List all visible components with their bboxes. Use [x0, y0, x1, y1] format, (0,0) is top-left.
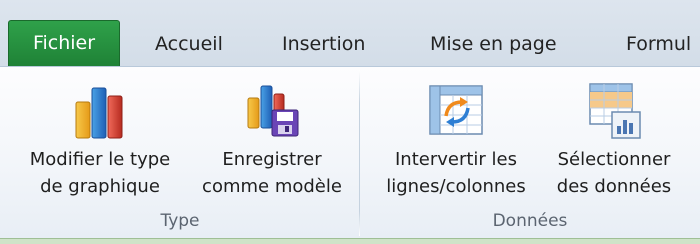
save-as-template-button[interactable]: Enregistrer comme modèle	[192, 70, 352, 206]
chart-type-icon	[75, 87, 123, 139]
ribbon-tab-bar: Fichier Accueil Insertion Mise en page F…	[0, 0, 700, 66]
switch-row-column-label-2: lignes/colonnes	[386, 176, 526, 197]
select-data-icon	[589, 83, 641, 139]
tab-page-layout[interactable]: Mise en page	[430, 22, 557, 66]
switch-row-column-button[interactable]: Intervertir les lignes/colonnes	[376, 70, 536, 206]
tab-home[interactable]: Accueil	[155, 22, 223, 66]
group-label-data: Données	[492, 211, 568, 231]
select-data-label-1: Sélectionner	[557, 149, 671, 170]
save-template-icon	[247, 85, 299, 137]
save-as-template-label-2: comme modèle	[202, 176, 342, 197]
change-chart-type-label-1: Modifier le type	[29, 149, 171, 170]
save-as-template-label-1: Enregistrer	[222, 149, 322, 170]
change-chart-type-label-2: de graphique	[40, 176, 160, 197]
ribbon-bottom-border	[0, 238, 700, 244]
select-data-label-2: des données	[556, 176, 672, 197]
tab-insert[interactable]: Insertion	[282, 22, 365, 66]
select-data-button[interactable]: Sélectionner des données	[542, 70, 686, 206]
change-chart-type-button[interactable]: Modifier le type de graphique	[12, 70, 188, 206]
tab-formulas[interactable]: Formul	[626, 22, 691, 66]
group-label-type: Type	[160, 211, 200, 231]
tab-file[interactable]: Fichier	[8, 20, 120, 66]
switch-row-column-label-1: Intervertir les	[394, 149, 517, 170]
switch-row-column-icon	[429, 85, 483, 135]
